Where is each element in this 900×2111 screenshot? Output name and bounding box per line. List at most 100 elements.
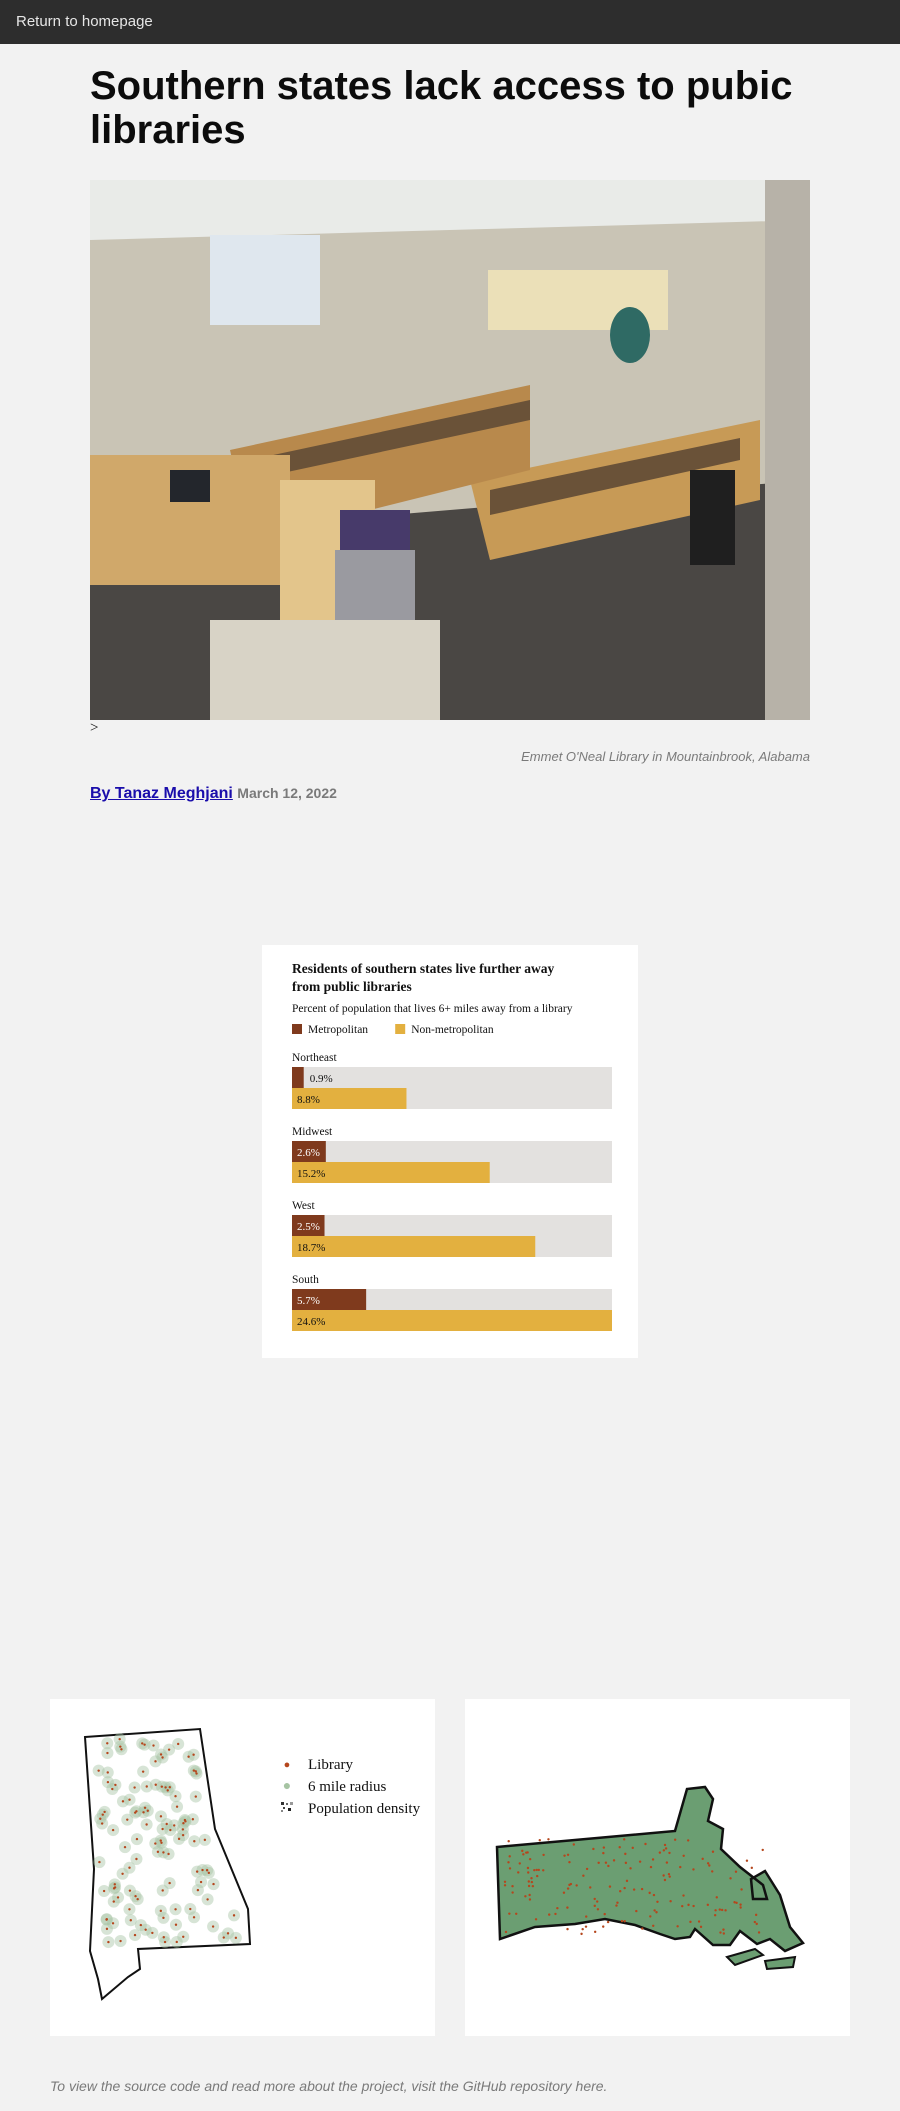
library-dot	[593, 1930, 597, 1934]
library-dot	[114, 1783, 117, 1787]
library-dot	[143, 1743, 146, 1746]
library-dot	[212, 1882, 215, 1886]
category-label-south: South	[292, 1274, 319, 1286]
library-dot	[111, 1787, 114, 1791]
chart-title-line-1: Residents of southern states live furthe…	[292, 961, 554, 976]
library-dot	[141, 1770, 145, 1773]
library-dot	[145, 1785, 148, 1788]
library-dot	[161, 1827, 164, 1831]
library-dot	[757, 1931, 761, 1934]
library-dot	[192, 1916, 196, 1919]
library-dot	[119, 1939, 122, 1943]
library-dot	[533, 1868, 536, 1872]
library-dot	[98, 1860, 101, 1864]
library-dot	[585, 1867, 589, 1871]
library-dot	[652, 1924, 655, 1927]
library-dot	[123, 1845, 127, 1849]
library-dot	[575, 1884, 578, 1887]
library-dot	[222, 1936, 225, 1939]
library-dot	[163, 1940, 167, 1944]
library-dot	[189, 1907, 192, 1911]
publish-date: March 12, 2022	[237, 785, 337, 801]
bar-label-non-metropolitan-midwest: 15.2%	[297, 1168, 325, 1180]
library-dot	[656, 1900, 659, 1903]
library-dot	[154, 1760, 157, 1763]
library-dot	[103, 1810, 106, 1814]
library-dot	[649, 1915, 652, 1918]
library-dot	[527, 1884, 531, 1888]
library-dot	[692, 1904, 695, 1908]
library-dot	[548, 1913, 551, 1916]
library-dot	[106, 1771, 109, 1774]
library-dot	[711, 1850, 715, 1853]
library-dot	[175, 1940, 178, 1944]
library-dot	[162, 1936, 165, 1939]
library-dot	[126, 1818, 129, 1821]
byline: By Tanaz Meghjani March 12, 2022	[90, 785, 337, 803]
library-dot	[719, 1931, 722, 1934]
library-dot	[169, 1828, 172, 1832]
library-dot	[593, 1904, 596, 1908]
chart-subtitle: Percent of population that lives 6+ mile…	[292, 1003, 573, 1015]
library-dot	[174, 1923, 178, 1926]
library-dot	[722, 1932, 726, 1935]
library-dot	[517, 1871, 520, 1874]
library-dot	[665, 1861, 669, 1864]
legend-radius-label: 6 mile radius	[308, 1778, 387, 1795]
library-dot	[607, 1864, 610, 1868]
alabama-map-card: ● Library ● 6 mile radius Population densi…	[50, 1699, 435, 2036]
library-dot	[584, 1925, 588, 1928]
library-dot	[649, 1865, 653, 1869]
library-dot	[662, 1874, 665, 1877]
library-dot	[739, 1903, 742, 1906]
library-dot	[168, 1785, 171, 1789]
library-dot	[201, 1868, 204, 1872]
legend-row-density: Population density	[280, 1798, 420, 1820]
nantucket-outline	[763, 1955, 797, 1971]
library-dot	[207, 1871, 211, 1875]
library-dot	[165, 1822, 168, 1826]
legend-library-label: Library	[308, 1756, 353, 1773]
library-dot	[618, 1845, 621, 1849]
library-dot	[682, 1894, 685, 1897]
library-dot	[97, 1769, 100, 1772]
library-dot	[641, 1927, 644, 1930]
library-dot	[234, 1936, 238, 1940]
library-dot	[566, 1927, 569, 1931]
library-dot	[706, 1903, 710, 1907]
library-dot	[129, 1919, 132, 1922]
library-dot	[107, 1940, 110, 1944]
stray-character: >	[90, 720, 99, 736]
library-dot	[662, 1849, 666, 1852]
library-dot	[503, 1880, 507, 1884]
bar-label-metropolitan-south: 5.7%	[297, 1295, 320, 1307]
bar-label-metropolitan-midwest: 2.6%	[297, 1147, 320, 1159]
library-dot	[146, 1809, 149, 1812]
library-dot	[159, 1753, 163, 1756]
massachusetts-outline	[495, 1785, 805, 1953]
library-dot	[112, 1900, 115, 1903]
chart-card: Residents of southern states live furthe…	[262, 945, 638, 1358]
library-photo	[90, 180, 810, 720]
library-dot	[606, 1920, 610, 1924]
legend-row-radius: ● 6 mile radius	[280, 1776, 420, 1798]
return-home-link[interactable]: Return to homepage	[16, 13, 153, 30]
library-dot	[701, 1857, 704, 1861]
library-dot	[191, 1818, 195, 1821]
library-dot	[162, 1916, 165, 1920]
library-dot	[708, 1864, 711, 1867]
library-dot	[687, 1903, 690, 1907]
library-dot	[720, 1908, 724, 1912]
library-dot	[537, 1868, 540, 1872]
alabama-map	[83, 1727, 252, 2001]
library-dot	[608, 1885, 612, 1888]
library-dot	[556, 1906, 559, 1910]
library-dot	[128, 1798, 131, 1801]
author-link[interactable]: By Tanaz Meghjani	[90, 785, 233, 802]
top-nav-bar: Return to homepage	[0, 0, 900, 44]
library-dot	[676, 1925, 679, 1928]
library-dot	[527, 1871, 530, 1874]
library-dot	[521, 1849, 524, 1853]
library-dot	[755, 1922, 758, 1926]
library-dot	[193, 1840, 196, 1843]
